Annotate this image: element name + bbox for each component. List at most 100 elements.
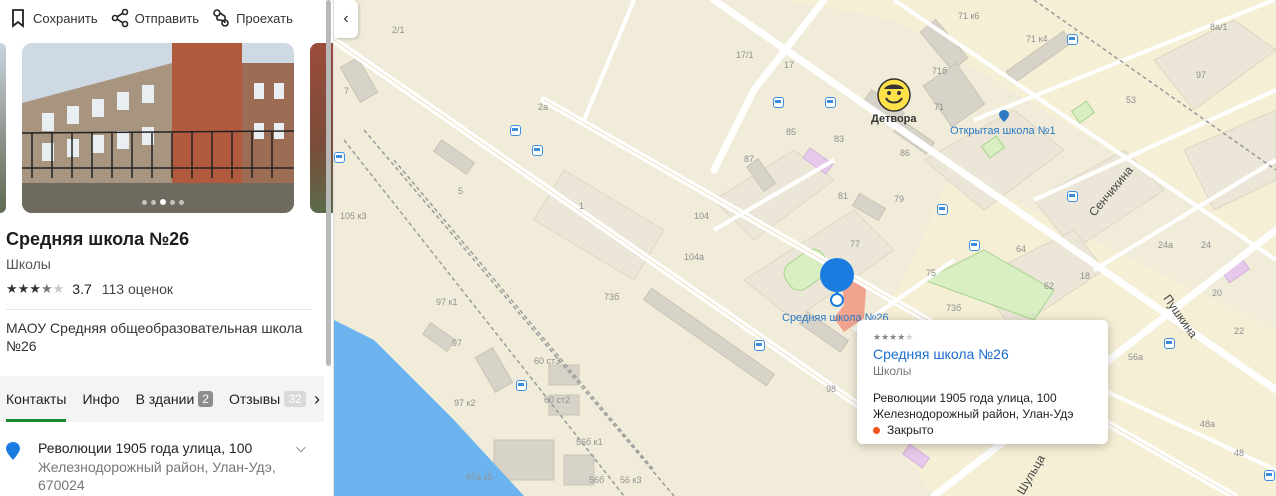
map-label: 62 xyxy=(1044,281,1055,291)
bus-stop-icon[interactable] xyxy=(532,145,543,156)
map-label: 71 xyxy=(934,102,945,112)
map-label: 73б xyxy=(946,303,962,313)
map-label: 79 xyxy=(894,194,905,204)
org-title: Средняя школа №26 xyxy=(6,229,190,249)
map-label: 81 xyxy=(838,191,849,201)
chevron-down-icon[interactable]: ⌵ xyxy=(296,440,306,456)
bus-stop-icon[interactable] xyxy=(1067,34,1078,45)
address-street: Революции 1905 года улица, 100 xyxy=(38,440,253,456)
org-category[interactable]: Школы xyxy=(6,256,51,272)
map-popup[interactable]: ★★★★★ Средняя школа №26 Школы Революции … xyxy=(857,320,1108,444)
gallery-dot[interactable] xyxy=(151,199,156,205)
popup-status-text: Закрыто xyxy=(887,423,934,437)
collapse-panel-button[interactable]: ‹ xyxy=(334,0,358,38)
prev-photo[interactable] xyxy=(0,43,6,213)
gallery-dot[interactable] xyxy=(179,199,184,205)
map-label: 97 xyxy=(1196,70,1207,80)
map-label: 83 xyxy=(834,134,845,144)
chevron-left-icon: ‹ xyxy=(343,10,349,27)
route-button[interactable]: Проехать xyxy=(211,8,293,28)
map-label: 105 к3 xyxy=(340,211,367,221)
save-button[interactable]: Сохранить xyxy=(8,8,98,28)
popup-category: Школы xyxy=(873,364,912,378)
map-canvas[interactable]: 2/1 17/1 17 71 к6 71 к4 8а/1 7 2а 71б 71… xyxy=(334,0,1276,496)
gallery-dot-active[interactable] xyxy=(160,199,166,205)
status-dot-icon xyxy=(873,426,880,434)
share-button[interactable]: Отправить xyxy=(110,8,199,28)
address-district: Железнодорожный район, Улан-Удэ, 670024 xyxy=(38,459,276,493)
map-label: 87 xyxy=(744,154,755,164)
star-icon: ★★★ xyxy=(873,332,898,342)
map-label: 48а xyxy=(1200,419,1216,429)
tab-badge: 2 xyxy=(198,391,213,407)
gallery-dot[interactable] xyxy=(170,199,175,205)
tab-label: В здании xyxy=(135,391,195,407)
map-label: 56 к3 xyxy=(620,475,642,485)
route-label: Проехать xyxy=(236,10,293,26)
star-icon: ★★★ xyxy=(6,281,41,296)
bus-stop-icon[interactable] xyxy=(754,340,765,351)
selected-location-pin-icon[interactable] xyxy=(820,258,854,308)
map-label: 71 к4 xyxy=(1026,34,1048,44)
tab-contacts[interactable]: Контакты xyxy=(6,376,67,422)
rating-value: 3.7 xyxy=(72,281,92,297)
card-tabs: Контакты Инфо В здании 2 Отзывы 32 › xyxy=(0,376,324,422)
bookmark-icon xyxy=(12,9,24,28)
map-label: 17 xyxy=(784,60,795,70)
empty-star-icon: ★ xyxy=(52,281,65,296)
bus-stop-icon[interactable] xyxy=(1067,191,1078,202)
school-building-illustration xyxy=(22,43,294,213)
map-label: 77 xyxy=(850,239,861,249)
bus-stop-icon[interactable] xyxy=(773,97,784,108)
map-label: 1 xyxy=(579,201,585,211)
map-label: 22 xyxy=(1234,326,1245,336)
location-pin-icon xyxy=(6,442,20,460)
map-label: 56б к1 xyxy=(576,437,603,447)
map-label: 73б xyxy=(604,292,620,302)
map-label: 97 xyxy=(452,338,463,348)
map-label: 20 xyxy=(1212,288,1223,298)
school-photo[interactable] xyxy=(22,43,294,213)
map-label: 104 xyxy=(694,211,710,221)
photo-gallery[interactable] xyxy=(0,43,333,213)
map-label: 56а xyxy=(1128,352,1144,362)
school-poi-icon[interactable] xyxy=(999,110,1009,122)
route-icon xyxy=(213,9,229,27)
tab-label: Инфо xyxy=(82,391,120,407)
map-layer xyxy=(334,0,1276,496)
panel-scrollbar[interactable] xyxy=(326,0,331,366)
smiley-poi-icon[interactable] xyxy=(876,77,912,113)
gallery-dots xyxy=(140,199,186,205)
map-label: 97 к1 xyxy=(436,297,458,307)
bus-stop-icon[interactable] xyxy=(825,97,836,108)
map-label: 17/1 xyxy=(736,50,754,60)
map-label: 86 xyxy=(900,148,911,158)
tabs-scroll-right-icon[interactable]: › xyxy=(314,389,320,410)
map-label: 75 xyxy=(926,268,937,278)
popup-title[interactable]: Средняя школа №26 xyxy=(873,346,1092,362)
bus-stop-icon[interactable] xyxy=(516,380,527,391)
bus-stop-icon[interactable] xyxy=(1164,338,1175,349)
bus-stop-icon[interactable] xyxy=(1264,470,1275,481)
map-label: 64 xyxy=(1016,244,1027,254)
poi-label-open-school[interactable]: Открытая школа №1 xyxy=(950,125,1056,137)
org-rating[interactable]: ★★★★★ 3.7 113 оценок xyxy=(6,281,173,297)
gallery-dot[interactable] xyxy=(142,199,147,205)
tab-in-building[interactable]: В здании 2 xyxy=(136,376,213,422)
poi-label-detvora[interactable]: Детвора xyxy=(871,113,917,125)
bus-stop-icon[interactable] xyxy=(969,240,980,251)
share-label: Отправить xyxy=(134,10,200,26)
tab-info[interactable]: Инфо xyxy=(82,376,119,422)
bus-stop-icon[interactable] xyxy=(937,204,948,215)
share-icon xyxy=(111,8,128,28)
tab-reviews[interactable]: Отзывы 32 xyxy=(229,376,306,422)
map-label: 24а xyxy=(1158,240,1174,250)
bus-stop-icon[interactable] xyxy=(334,152,345,163)
map-label: 2а xyxy=(538,102,549,112)
org-description: МАОУ Средняя общеобразовательная школа №… xyxy=(6,320,303,354)
map-label: 8а/1 xyxy=(1210,22,1228,32)
map-label: 97 к2 xyxy=(454,398,476,408)
bus-stop-icon[interactable] xyxy=(510,125,521,136)
divider xyxy=(6,309,312,310)
tab-badge: 32 xyxy=(284,391,306,407)
